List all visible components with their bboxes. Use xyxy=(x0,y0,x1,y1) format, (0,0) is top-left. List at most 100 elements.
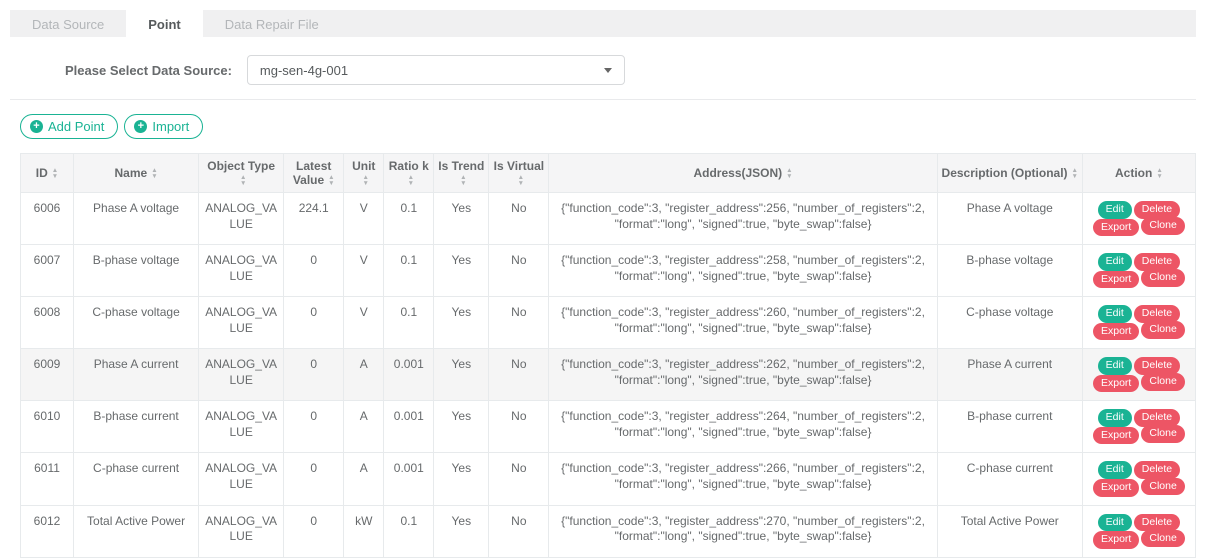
tab-data-source[interactable]: Data Source xyxy=(10,10,126,37)
column-header-object-type[interactable]: Object Type xyxy=(199,154,284,193)
cell-name: C-phase voltage xyxy=(74,297,199,349)
point-management-page: Data Source Point Data Repair File Pleas… xyxy=(0,10,1206,558)
edit-button[interactable]: Edit xyxy=(1098,514,1132,532)
sort-icon xyxy=(1072,168,1078,180)
column-header-id[interactable]: ID xyxy=(21,154,74,193)
cell-name: Phase A current xyxy=(74,349,199,401)
cell-description: Total Active Power xyxy=(937,505,1082,557)
edit-button[interactable]: Edit xyxy=(1098,253,1132,271)
delete-button[interactable]: Delete xyxy=(1134,409,1180,427)
cell-is-trend: Yes xyxy=(434,505,489,557)
cell-is-trend: Yes xyxy=(434,297,489,349)
import-label: Import xyxy=(152,119,189,134)
delete-button[interactable]: Delete xyxy=(1134,514,1180,532)
delete-button[interactable]: Delete xyxy=(1134,461,1180,479)
clone-button[interactable]: Clone xyxy=(1141,217,1184,235)
cell-object-type: ANALOG_VALUE xyxy=(199,297,284,349)
cell-ratio-k: 0.001 xyxy=(384,401,434,453)
column-header-is-virtual[interactable]: Is Virtual xyxy=(489,154,549,193)
export-button[interactable]: Export xyxy=(1093,219,1139,237)
table-row: 6007B-phase voltageANALOG_VALUE0V0.1YesN… xyxy=(21,245,1196,297)
sort-icon xyxy=(363,175,369,187)
cell-address: {"function_code":3, "register_address":2… xyxy=(549,193,937,245)
cell-is-virtual: No xyxy=(489,349,549,401)
column-header-ratio-k[interactable]: Ratio k xyxy=(384,154,434,193)
export-button[interactable]: Export xyxy=(1093,271,1139,289)
cell-action: EditDeleteExportClone xyxy=(1082,297,1195,349)
clone-button[interactable]: Clone xyxy=(1141,530,1184,548)
data-source-selected-value: mg-sen-4g-001 xyxy=(260,63,348,78)
import-button[interactable]: Import xyxy=(124,114,203,139)
table-header: ID Name Object Type Latest Value Unit Ra… xyxy=(21,154,1196,193)
delete-button[interactable]: Delete xyxy=(1134,253,1180,271)
column-header-latest-value[interactable]: Latest Value xyxy=(284,154,344,193)
tab-data-repair-file[interactable]: Data Repair File xyxy=(203,10,341,37)
cell-is-trend: Yes xyxy=(434,193,489,245)
clone-button[interactable]: Clone xyxy=(1141,425,1184,443)
cell-description: C-phase current xyxy=(937,453,1082,505)
column-header-unit[interactable]: Unit xyxy=(344,154,384,193)
table-row: 6012Total Active PowerANALOG_VALUE0kW0.1… xyxy=(21,505,1196,557)
column-header-action[interactable]: Action xyxy=(1082,154,1195,193)
table-row: 6010B-phase currentANALOG_VALUE0A0.001Ye… xyxy=(21,401,1196,453)
toolbar: Add Point Import xyxy=(20,114,1206,139)
clone-button[interactable]: Clone xyxy=(1141,373,1184,391)
add-point-button[interactable]: Add Point xyxy=(20,114,118,139)
table-row: 6011C-phase currentANALOG_VALUE0A0.001Ye… xyxy=(21,453,1196,505)
clone-button[interactable]: Clone xyxy=(1141,321,1184,339)
delete-button[interactable]: Delete xyxy=(1134,201,1180,219)
cell-name: B-phase current xyxy=(74,401,199,453)
sort-icon xyxy=(151,168,157,180)
cell-is-trend: Yes xyxy=(434,453,489,505)
cell-ratio-k: 0.1 xyxy=(384,297,434,349)
cell-latest-value: 0 xyxy=(284,297,344,349)
plus-circle-icon xyxy=(134,120,147,133)
cell-object-type: ANALOG_VALUE xyxy=(199,349,284,401)
export-button[interactable]: Export xyxy=(1093,375,1139,393)
column-header-address-json[interactable]: Address(JSON) xyxy=(549,154,937,193)
cell-description: B-phase voltage xyxy=(937,245,1082,297)
export-button[interactable]: Export xyxy=(1093,479,1139,497)
cell-address: {"function_code":3, "register_address":2… xyxy=(549,297,937,349)
cell-id: 6007 xyxy=(21,245,74,297)
cell-action: EditDeleteExportClone xyxy=(1082,401,1195,453)
cell-object-type: ANALOG_VALUE xyxy=(199,193,284,245)
export-button[interactable]: Export xyxy=(1093,323,1139,341)
column-header-is-trend[interactable]: Is Trend xyxy=(434,154,489,193)
cell-description: B-phase current xyxy=(937,401,1082,453)
table-row: 6009Phase A currentANALOG_VALUE0A0.001Ye… xyxy=(21,349,1196,401)
export-button[interactable]: Export xyxy=(1093,427,1139,445)
edit-button[interactable]: Edit xyxy=(1098,409,1132,427)
cell-object-type: ANALOG_VALUE xyxy=(199,453,284,505)
cell-id: 6008 xyxy=(21,297,74,349)
clone-button[interactable]: Clone xyxy=(1141,478,1184,496)
delete-button[interactable]: Delete xyxy=(1134,357,1180,375)
cell-ratio-k: 0.001 xyxy=(384,349,434,401)
cell-is-virtual: No xyxy=(489,297,549,349)
clone-button[interactable]: Clone xyxy=(1141,269,1184,287)
edit-button[interactable]: Edit xyxy=(1098,201,1132,219)
column-header-description[interactable]: Description (Optional) xyxy=(937,154,1082,193)
cell-ratio-k: 0.1 xyxy=(384,193,434,245)
cell-description: C-phase voltage xyxy=(937,297,1082,349)
edit-button[interactable]: Edit xyxy=(1098,305,1132,323)
add-point-label: Add Point xyxy=(48,119,104,134)
cell-address: {"function_code":3, "register_address":2… xyxy=(549,245,937,297)
tab-point[interactable]: Point xyxy=(126,10,203,43)
edit-button[interactable]: Edit xyxy=(1098,357,1132,375)
cell-address: {"function_code":3, "register_address":2… xyxy=(549,453,937,505)
column-header-name[interactable]: Name xyxy=(74,154,199,193)
edit-button[interactable]: Edit xyxy=(1098,461,1132,479)
cell-action: EditDeleteExportClone xyxy=(1082,349,1195,401)
tab-bar: Data Source Point Data Repair File xyxy=(10,10,1196,37)
sort-icon xyxy=(408,175,414,187)
data-source-select[interactable]: mg-sen-4g-001 xyxy=(247,55,625,85)
cell-latest-value: 224.1 xyxy=(284,193,344,245)
delete-button[interactable]: Delete xyxy=(1134,305,1180,323)
sort-icon xyxy=(1156,168,1162,180)
export-button[interactable]: Export xyxy=(1093,531,1139,549)
cell-is-trend: Yes xyxy=(434,245,489,297)
cell-name: C-phase current xyxy=(74,453,199,505)
cell-latest-value: 0 xyxy=(284,245,344,297)
cell-action: EditDeleteExportClone xyxy=(1082,453,1195,505)
